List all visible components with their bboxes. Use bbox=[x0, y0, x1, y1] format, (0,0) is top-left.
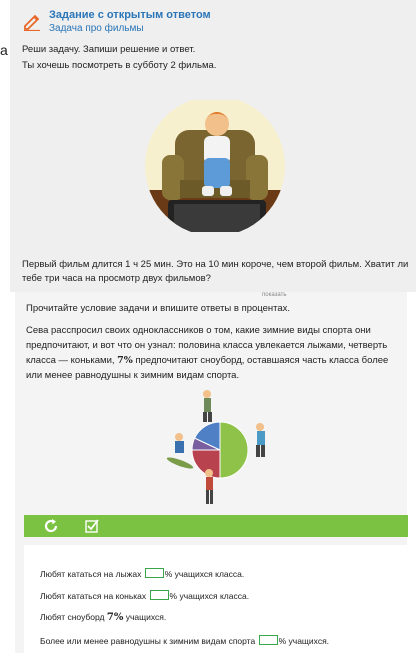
problem-value: 7% bbox=[117, 355, 133, 366]
answer-toolbar bbox=[24, 515, 408, 537]
boy-figure bbox=[205, 469, 213, 504]
answer-suffix: учащихся. bbox=[125, 612, 167, 622]
task-instruction: Прочитайте условие задачи и впишите отве… bbox=[26, 303, 291, 314]
task-question: Первый фильм длится 1 ч 25 мин. Это на 1… bbox=[22, 259, 409, 284]
winter-sports-pie-illustration bbox=[166, 390, 265, 504]
pie-chart bbox=[191, 421, 249, 479]
checkbox-icon[interactable] bbox=[84, 518, 100, 534]
boy-watching-tv-illustration bbox=[145, 100, 285, 232]
answer-row-skates: Любят кататься на коньках % учащихся кла… bbox=[40, 590, 249, 601]
skater-figure bbox=[256, 423, 265, 457]
pie-slice-лыжи bbox=[219, 421, 249, 479]
task-instruction: Реши задачу. Запиши решение и ответ. bbox=[22, 44, 196, 55]
task-title: Задание с открытым ответом bbox=[49, 9, 211, 21]
skier-figure bbox=[203, 390, 212, 422]
answer-row-ski: Любят кататься на лыжах % учащихся класс… bbox=[40, 568, 244, 579]
answer-suffix: % учащихся класса. bbox=[164, 569, 245, 579]
refresh-icon[interactable] bbox=[42, 517, 60, 535]
answer-suffix: % учащихся класса. bbox=[169, 591, 250, 601]
answer-label: Любят кататься на коньках bbox=[40, 591, 147, 601]
answer-row-snowboard: Любят сноуборд 7% учащихся. bbox=[40, 612, 166, 623]
pencil-icon bbox=[24, 14, 40, 31]
answer-label: Более или менее равнодушны к зимним вида… bbox=[40, 636, 256, 646]
problem-text: Сева расспросил своих одноклассников о т… bbox=[26, 323, 406, 383]
answer-value: 7% bbox=[106, 612, 124, 623]
answer-suffix: % учащихся. bbox=[278, 636, 330, 646]
answer-input-skates[interactable] bbox=[149, 590, 169, 600]
answer-input-ski[interactable] bbox=[144, 568, 164, 578]
task-context: Ты хочешь посмотреть в субботу 2 фильма. bbox=[22, 60, 217, 71]
answer-label: Любят сноуборд bbox=[40, 612, 105, 622]
answer-input-indifferent[interactable] bbox=[258, 635, 278, 645]
cropped-text: а bbox=[0, 42, 8, 58]
answer-row-indifferent: Более или менее равнодушны к зимним вида… bbox=[40, 635, 329, 646]
snowboarder-figure bbox=[166, 433, 194, 469]
task-subtitle: Задача про фильмы bbox=[49, 23, 144, 34]
answer-label: Любят кататься на лыжах bbox=[40, 569, 142, 579]
show-link[interactable]: показать bbox=[262, 292, 286, 298]
